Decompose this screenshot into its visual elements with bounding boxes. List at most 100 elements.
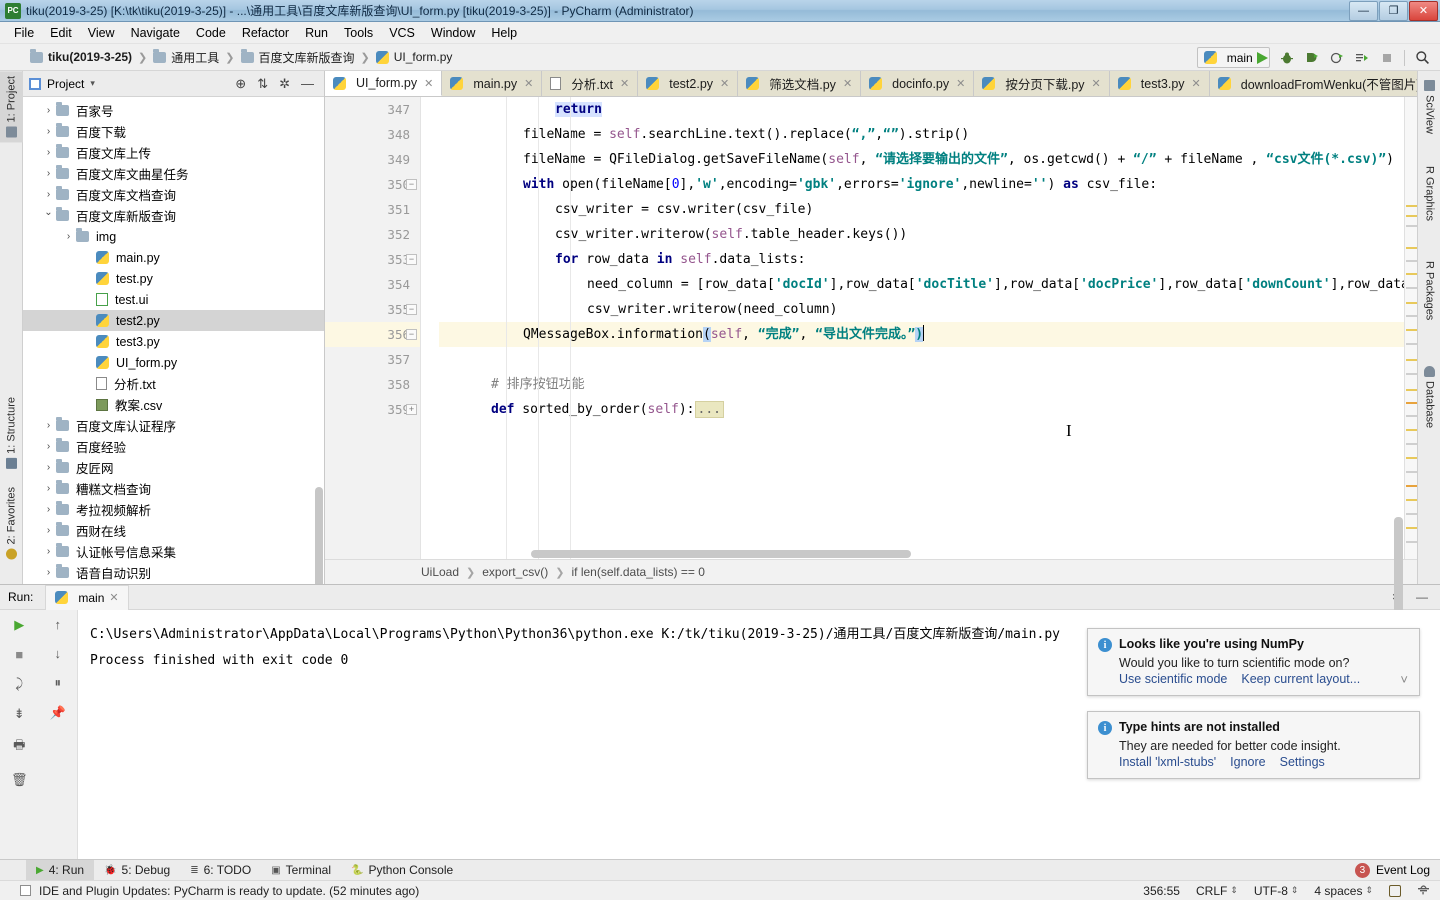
editor-horizontal-scrollbar[interactable] xyxy=(531,550,911,558)
analysis-marker[interactable] xyxy=(1406,215,1417,217)
line-number[interactable]: 357 xyxy=(325,347,420,372)
tree-item[interactable]: 百度下载 xyxy=(23,121,324,142)
event-log-label[interactable]: Event Log xyxy=(1376,863,1430,877)
run-tab-main[interactable]: main ✕ xyxy=(45,584,129,610)
event-log-area[interactable]: 3 Event Log xyxy=(1354,862,1440,878)
notification-type-hints[interactable]: i Type hints are not installed They are … xyxy=(1087,711,1420,779)
menu-run[interactable]: Run xyxy=(297,24,336,42)
analysis-marker[interactable] xyxy=(1406,457,1417,459)
breadcrumb-item-file[interactable]: UI_form.py xyxy=(394,50,453,64)
tree-item[interactable]: 百度文库文档查询 xyxy=(23,184,324,205)
fold-collapse-icon[interactable]: − xyxy=(406,304,417,315)
bottom-tab-run[interactable]: ▶ 4: Run xyxy=(26,859,95,881)
tree-item[interactable]: img xyxy=(23,226,324,247)
editor-tab[interactable]: 按分页下载.py ✕ xyxy=(974,71,1110,96)
analysis-marker[interactable] xyxy=(1406,359,1417,361)
analysis-marker[interactable] xyxy=(1406,471,1417,473)
menu-file[interactable]: File xyxy=(6,24,42,42)
analysis-marker[interactable] xyxy=(1406,389,1417,391)
caret-position[interactable]: 356:55 xyxy=(1143,884,1180,898)
status-message[interactable]: IDE and Plugin Updates: PyCharm is ready… xyxy=(39,884,419,898)
close-icon[interactable]: ✕ xyxy=(620,77,629,90)
close-icon[interactable]: ✕ xyxy=(720,77,729,90)
editor-tab[interactable]: main.py ✕ xyxy=(442,71,543,96)
chevron-right-icon[interactable] xyxy=(41,105,56,116)
debug-icon[interactable] xyxy=(1279,50,1295,66)
analysis-marker[interactable] xyxy=(1406,429,1417,431)
chevron-right-icon[interactable] xyxy=(41,126,56,137)
analysis-marker[interactable] xyxy=(1406,541,1417,543)
close-icon[interactable]: ✕ xyxy=(843,77,852,90)
run-icon[interactable] xyxy=(1254,50,1270,66)
run-with-coverage-icon[interactable] xyxy=(1304,50,1320,66)
tree-item[interactable]: 糟糕文档查询 xyxy=(23,478,324,499)
search-icon[interactable] xyxy=(1414,50,1430,66)
rerun-icon[interactable]: ▶ xyxy=(14,617,24,633)
encoding-selector[interactable]: UTF-8 ⇕ xyxy=(1254,884,1299,898)
analysis-marker[interactable] xyxy=(1406,415,1417,417)
scroll-to-end-icon[interactable]: ⇟ xyxy=(14,706,25,722)
tree-item[interactable]: 皮匠网 xyxy=(23,457,324,478)
lock-icon[interactable] xyxy=(1389,884,1401,897)
pin-icon[interactable]: 📌 xyxy=(50,705,66,721)
line-number[interactable]: 354 xyxy=(325,272,420,297)
bottom-tab-python-console[interactable]: 🐍 Python Console xyxy=(341,860,463,881)
settings-link[interactable]: Settings xyxy=(1280,755,1325,769)
tree-item[interactable]: 分析.txt xyxy=(23,373,324,394)
editor-tab[interactable]: UI_form.py ✕ xyxy=(325,71,443,96)
menu-view[interactable]: View xyxy=(80,24,123,42)
keep-current-layout-link[interactable]: Keep current layout... xyxy=(1241,672,1360,686)
editor-tab[interactable]: 分析.txt ✕ xyxy=(542,71,639,96)
editor-tab[interactable]: test2.py ✕ xyxy=(638,71,739,96)
bottom-tab-todo[interactable]: ≣ 6: TODO xyxy=(180,860,261,881)
fold-collapse-icon[interactable]: − xyxy=(406,254,417,265)
sidebar-item-structure[interactable]: 1: Structure xyxy=(0,392,23,474)
bottom-tab-terminal[interactable]: ▣ Terminal xyxy=(261,860,341,881)
close-icon[interactable]: ✕ xyxy=(524,77,533,90)
menu-help[interactable]: Help xyxy=(483,24,525,42)
collapse-all-icon[interactable]: ⇅ xyxy=(257,77,268,90)
minimize-button[interactable]: — xyxy=(1349,0,1378,21)
analysis-marker[interactable] xyxy=(1406,527,1417,529)
menu-edit[interactable]: Edit xyxy=(42,24,80,42)
chevron-down-icon[interactable] xyxy=(41,210,56,221)
locate-icon[interactable]: ⊕ xyxy=(235,77,246,90)
profile-icon[interactable] xyxy=(1329,50,1345,66)
tree-item[interactable]: main.py xyxy=(23,247,324,268)
tree-item[interactable]: UI_form.py xyxy=(23,352,324,373)
sidebar-item-project[interactable]: 1: Project xyxy=(0,71,23,143)
tree-item[interactable]: 教案.csv xyxy=(23,394,324,415)
tree-item[interactable]: test3.py xyxy=(23,331,324,352)
close-icon[interactable]: ✕ xyxy=(424,77,433,90)
pause-icon[interactable]: ⏸ xyxy=(55,675,62,691)
chevron-right-icon[interactable] xyxy=(41,189,56,200)
tree-item[interactable]: 百家号 xyxy=(23,100,324,121)
close-button[interactable]: ✕ xyxy=(1409,0,1438,21)
analysis-marker[interactable] xyxy=(1406,302,1417,304)
analysis-marker[interactable] xyxy=(1406,205,1417,207)
close-icon[interactable]: ✕ xyxy=(956,77,965,90)
project-tree[interactable]: 百家号百度下载百度文库上传百度文库文曲星任务百度文库文档查询百度文库新版查询 im… xyxy=(23,97,324,584)
sidebar-item-sciview[interactable]: SciView xyxy=(1418,75,1440,139)
line-number[interactable]: 352 xyxy=(325,222,420,247)
fold-collapse-icon[interactable]: − xyxy=(406,329,417,340)
line-number[interactable]: 348 xyxy=(325,122,420,147)
tree-item[interactable]: 百度经验 xyxy=(23,436,324,457)
tree-item[interactable]: 百度文库文曲星任务 xyxy=(23,163,324,184)
analysis-marker[interactable] xyxy=(1406,329,1417,331)
settings-gear-icon[interactable]: ✲ xyxy=(279,77,290,90)
breadcrumb-item-module[interactable]: 百度文库新版查询 xyxy=(259,49,355,66)
sidebar-item-favorites[interactable]: 2: Favorites xyxy=(0,482,23,564)
use-scientific-mode-link[interactable]: Use scientific mode xyxy=(1119,672,1227,686)
menu-tools[interactable]: Tools xyxy=(336,24,381,42)
analysis-marker[interactable] xyxy=(1406,225,1417,227)
project-tree-scrollbar[interactable] xyxy=(315,487,323,584)
editor-tab[interactable]: docinfo.py ✕ xyxy=(861,71,975,96)
line-number[interactable]: 358 xyxy=(325,372,420,397)
sidebar-item-r-packages[interactable]: R Packages xyxy=(1418,256,1440,325)
stop-icon[interactable]: ■ xyxy=(15,647,23,662)
editor-marker-bar[interactable] xyxy=(1394,97,1417,637)
analysis-marker[interactable] xyxy=(1406,273,1417,275)
inspection-icon[interactable] xyxy=(1417,883,1430,899)
tree-item[interactable]: test.ui xyxy=(23,289,324,310)
